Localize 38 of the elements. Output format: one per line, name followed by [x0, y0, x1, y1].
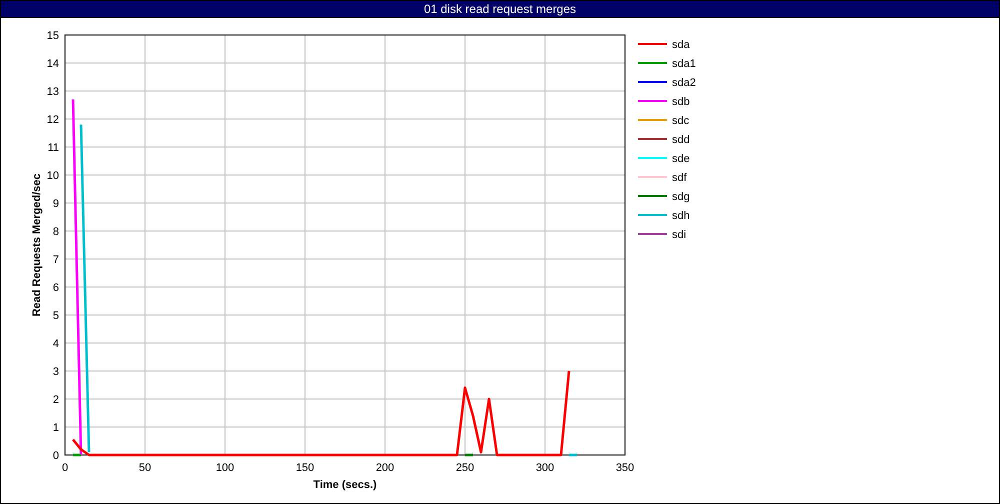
chart-title: 01 disk read request merges	[424, 1, 576, 17]
tick-label: 4	[52, 338, 59, 350]
tick-label: 9	[52, 198, 59, 210]
tick-label: 11	[48, 142, 59, 154]
tick-label: 200	[376, 462, 394, 474]
tick-label: 3	[52, 366, 59, 378]
legend-label: sdf	[672, 172, 687, 184]
legend-label: sda1	[672, 58, 696, 70]
tick-label: 350	[616, 462, 634, 474]
legend-label: sda	[672, 39, 690, 51]
tick-label: 0	[62, 462, 68, 474]
legend-label: sda2	[672, 77, 696, 89]
tick-label: 1	[52, 422, 59, 434]
tick-label: 10	[46, 170, 59, 182]
legend-label: sdh	[672, 210, 690, 222]
tick-label: 7	[52, 254, 59, 266]
tick-label: 0	[52, 450, 59, 462]
legend-label: sdi	[672, 229, 686, 241]
tick-label: 150	[296, 462, 314, 474]
legend-label: sdd	[672, 134, 690, 146]
tick-label: 14	[46, 58, 59, 70]
tick-label: 2	[52, 394, 59, 406]
tick-label: 100	[216, 462, 234, 474]
tick-label: 6	[52, 282, 59, 294]
tick-label: 8	[52, 226, 59, 238]
tick-label: 5	[52, 310, 59, 322]
legend-label: sde	[672, 153, 690, 165]
tick-label: 12	[46, 114, 59, 126]
tick-label: 300	[536, 462, 554, 474]
tick-label: 250	[456, 462, 474, 474]
tick-label: 50	[138, 462, 152, 474]
legend-label: sdb	[672, 96, 690, 108]
axis-title: Time (secs.)	[313, 479, 377, 491]
legend-label: sdc	[672, 115, 690, 127]
tick-label: 13	[46, 86, 59, 98]
legend-label: sdg	[672, 191, 690, 203]
tick-label: 15	[46, 30, 59, 42]
axis-title: Read Requests Merged/sec	[31, 173, 43, 317]
